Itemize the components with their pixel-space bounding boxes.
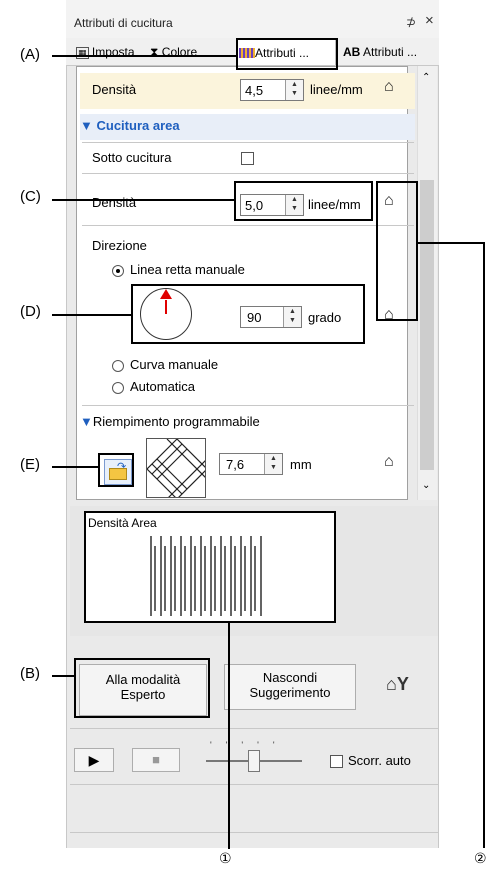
under-sewing-label: Sotto cucitura	[92, 150, 172, 165]
divider	[70, 832, 438, 833]
density-area-label: Densità	[92, 195, 137, 210]
hide-hint-button[interactable]: Nascondi Suggerimento	[224, 664, 356, 710]
play-button[interactable]: ▶	[74, 748, 114, 772]
callout-box-e	[98, 453, 134, 487]
callout-box-b	[74, 658, 210, 718]
play-icon: ▶	[88, 752, 100, 768]
scroll-down-icon[interactable]: ⌄	[422, 480, 430, 491]
preview-title: Densità Area	[88, 516, 157, 530]
leader-b	[52, 675, 74, 677]
leader-d	[52, 314, 131, 316]
slider-ticks: '''''	[210, 740, 289, 750]
leader-a	[52, 55, 236, 57]
callout-box-a	[236, 38, 338, 70]
callout-a: (A)	[20, 46, 40, 63]
auto-scroll-checkbox[interactable]	[330, 755, 343, 768]
panel-title: Attributi di cucitura	[74, 16, 173, 30]
density-spinbox[interactable]: 4,5 ▲ ▼	[240, 79, 304, 101]
callout-c: (C)	[20, 188, 41, 205]
radio-manual-line[interactable]	[112, 265, 124, 277]
scrollbar-thumb[interactable]	[420, 180, 434, 470]
divider	[70, 784, 438, 785]
radio-automatic-label: Automatica	[130, 379, 196, 394]
radio-manual-curve[interactable]	[112, 360, 124, 372]
collapse-triangle-icon: ▼	[80, 118, 93, 133]
speed-slider-thumb[interactable]	[248, 750, 260, 772]
callout-box-c	[234, 181, 373, 221]
divider	[82, 405, 414, 406]
pin-icon[interactable]: ⊅	[406, 15, 416, 29]
divider	[82, 173, 414, 174]
density-label: Densità	[92, 82, 137, 97]
auto-scroll-label: Scorr. auto	[348, 753, 411, 768]
section-prog-fill-title[interactable]: ▼Riempimento programmabile	[80, 414, 260, 429]
text-ab-icon: AB	[343, 45, 361, 59]
radio-automatic[interactable]	[112, 382, 124, 394]
density-unit: linee/mm	[310, 82, 363, 97]
scroll-up-icon[interactable]: ⌃	[422, 72, 430, 83]
tab-color[interactable]: ⧗ Colore	[150, 39, 234, 65]
stop-button[interactable]: ■	[132, 748, 180, 772]
tab-text-attributes[interactable]: AB Attributi ...	[343, 39, 439, 65]
tab-settings[interactable]: ▦ Imposta	[76, 39, 140, 65]
leader-one	[228, 623, 230, 849]
collapse-triangle-icon: ▼	[80, 414, 93, 429]
divider	[82, 142, 414, 143]
stitch-density-illustration	[150, 536, 262, 616]
direction-label: Direzione	[92, 238, 147, 253]
leader-e	[52, 466, 98, 468]
callout-two: ②	[474, 850, 487, 866]
fill-size-spinbox[interactable]: 7,6 ▲ ▼	[219, 453, 283, 475]
callout-d: (D)	[20, 303, 41, 320]
leader-c	[52, 199, 234, 201]
divider	[70, 728, 438, 729]
fill-size-unit: mm	[290, 457, 312, 472]
callout-box-home-column	[376, 181, 418, 321]
fill-pattern-icon	[147, 439, 205, 497]
section-area-title[interactable]: ▼ Cucitura area	[80, 118, 180, 133]
leader-two-vertical	[483, 242, 485, 848]
stop-icon: ■	[152, 752, 160, 767]
spin-arrows-icon[interactable]: ▲ ▼	[285, 80, 303, 100]
fill-pattern-preview[interactable]	[146, 438, 206, 498]
callout-b: (B)	[20, 665, 40, 682]
callout-box-d	[131, 284, 365, 344]
spin-arrows-icon[interactable]: ▲ ▼	[264, 454, 282, 474]
under-sewing-checkbox[interactable]	[241, 152, 254, 165]
close-icon[interactable]: ×	[425, 12, 434, 29]
radio-manual-curve-label: Curva manuale	[130, 357, 219, 372]
density-preview-box: Densità Area	[84, 511, 336, 623]
radio-manual-line-label: Linea retta manuale	[130, 262, 245, 277]
divider	[82, 225, 414, 226]
home-settings-icon[interactable]: ⌂Y	[386, 674, 409, 695]
home-icon[interactable]: ⌂	[384, 453, 394, 471]
callout-one: ①	[219, 850, 232, 866]
leader-two-horizontal	[418, 242, 484, 244]
home-icon[interactable]: ⌂	[384, 78, 394, 96]
callout-e: (E)	[20, 456, 40, 473]
settings-icon: ▦	[76, 47, 89, 59]
